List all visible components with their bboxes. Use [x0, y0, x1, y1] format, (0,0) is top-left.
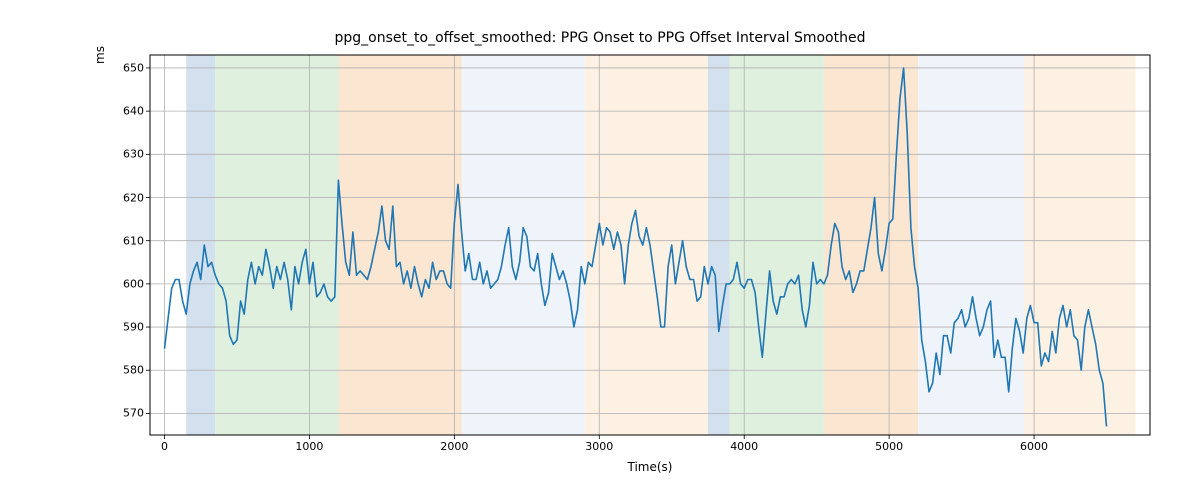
- y-tick: 570: [104, 407, 144, 420]
- x-tick: 0: [161, 440, 168, 453]
- y-tick: 600: [104, 277, 144, 290]
- x-tick: 3000: [585, 440, 613, 453]
- y-tick: 650: [104, 61, 144, 74]
- x-tick: 5000: [875, 440, 903, 453]
- y-tick: 630: [104, 148, 144, 161]
- plot-svg: [150, 55, 1150, 435]
- y-tick: 640: [104, 105, 144, 118]
- chart-title: ppg_onset_to_offset_smoothed: PPG Onset …: [0, 30, 1200, 46]
- y-axis-label: ms: [93, 0, 107, 245]
- x-tick: 6000: [1020, 440, 1048, 453]
- y-tick: 580: [104, 364, 144, 377]
- x-tick: 2000: [440, 440, 468, 453]
- y-tick: 590: [104, 321, 144, 334]
- plot-area: [150, 55, 1150, 435]
- x-tick: 4000: [730, 440, 758, 453]
- x-axis-label: Time(s): [150, 460, 1150, 474]
- figure: ppg_onset_to_offset_smoothed: PPG Onset …: [0, 0, 1200, 500]
- x-tick: 1000: [295, 440, 323, 453]
- y-tick: 620: [104, 191, 144, 204]
- y-tick: 610: [104, 234, 144, 247]
